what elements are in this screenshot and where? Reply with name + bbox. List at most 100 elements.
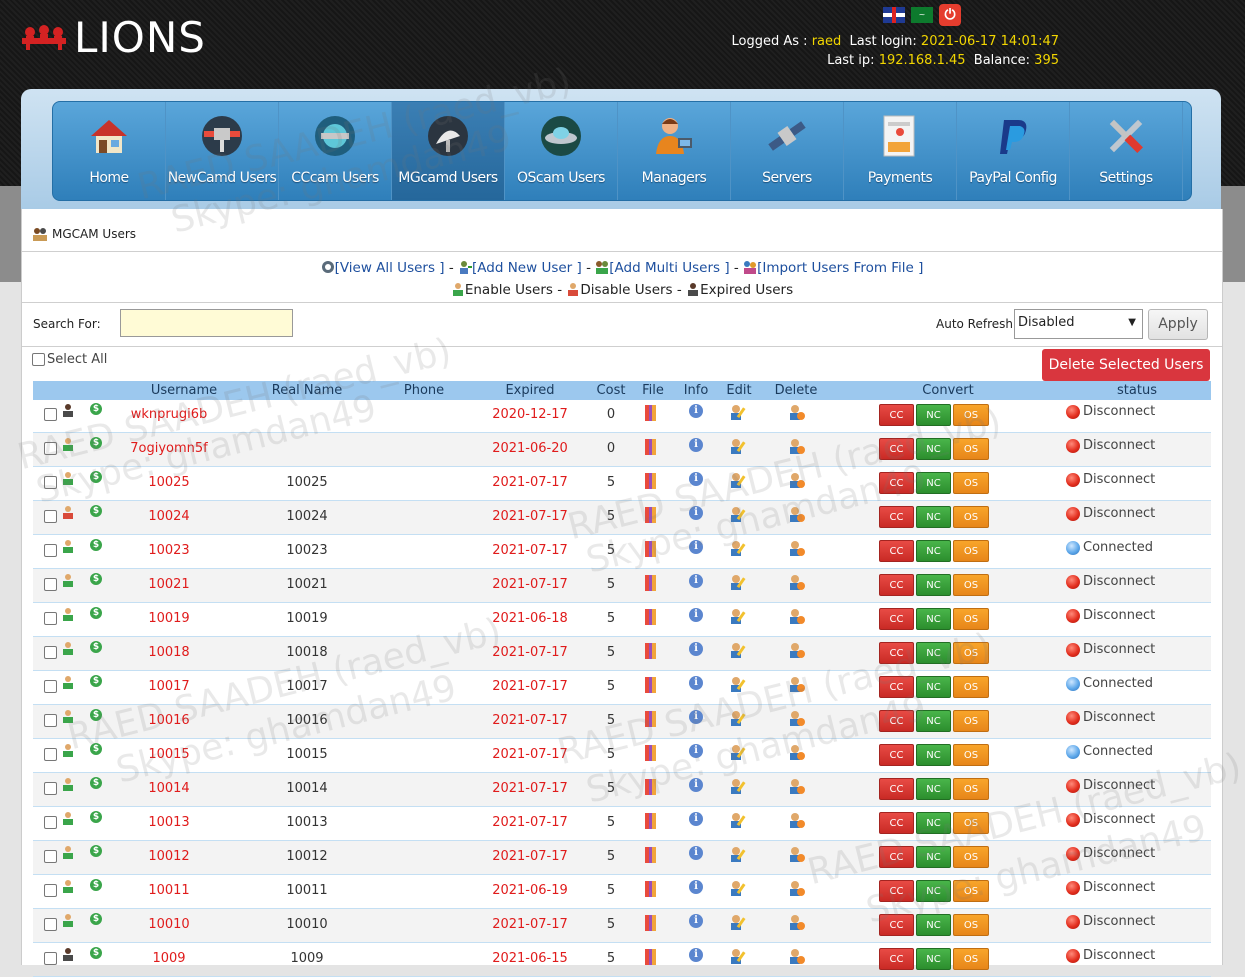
- edit-user-icon[interactable]: [730, 914, 748, 930]
- saudi-flag-icon[interactable]: ~: [911, 7, 933, 23]
- dollar-icon[interactable]: $: [90, 947, 102, 959]
- file-icon[interactable]: [645, 779, 656, 795]
- convert-os-button[interactable]: OS: [953, 404, 989, 426]
- info-icon[interactable]: i: [689, 472, 703, 486]
- username-link[interactable]: 10015: [148, 747, 189, 762]
- convert-cc-button[interactable]: CC: [879, 472, 914, 494]
- dollar-icon[interactable]: $: [90, 811, 102, 823]
- edit-user-icon[interactable]: [730, 540, 748, 556]
- convert-cc-button[interactable]: CC: [879, 812, 914, 834]
- edit-user-icon[interactable]: [730, 744, 748, 760]
- delete-user-icon[interactable]: [789, 642, 805, 658]
- convert-cc-button[interactable]: CC: [879, 574, 914, 596]
- row-checkbox[interactable]: [44, 816, 57, 829]
- dollar-icon[interactable]: $: [90, 403, 102, 415]
- file-icon[interactable]: [645, 711, 656, 727]
- convert-nc-button[interactable]: NC: [916, 914, 951, 936]
- convert-nc-button[interactable]: NC: [916, 880, 951, 902]
- convert-os-button[interactable]: OS: [953, 676, 989, 698]
- username-link[interactable]: wknprugi6b: [131, 407, 208, 422]
- convert-nc-button[interactable]: NC: [916, 438, 951, 460]
- col-phone[interactable]: Phone: [404, 383, 444, 398]
- row-checkbox[interactable]: [44, 884, 57, 897]
- dollar-icon[interactable]: $: [90, 505, 102, 517]
- convert-os-button[interactable]: OS: [953, 506, 989, 528]
- dollar-icon[interactable]: $: [90, 777, 102, 789]
- file-icon[interactable]: [645, 915, 656, 931]
- delete-user-icon[interactable]: [789, 574, 805, 590]
- nav-home[interactable]: Home: [53, 102, 166, 200]
- apply-button[interactable]: Apply: [1148, 309, 1208, 340]
- file-icon[interactable]: [645, 609, 656, 625]
- convert-nc-button[interactable]: NC: [916, 710, 951, 732]
- convert-nc-button[interactable]: NC: [916, 506, 951, 528]
- info-icon[interactable]: i: [689, 846, 703, 860]
- dollar-icon[interactable]: $: [90, 573, 102, 585]
- username-link[interactable]: 10018: [148, 645, 189, 660]
- info-icon[interactable]: i: [689, 880, 703, 894]
- info-icon[interactable]: i: [689, 404, 703, 418]
- nav-settings[interactable]: Settings: [1070, 102, 1183, 200]
- info-icon[interactable]: i: [689, 574, 703, 588]
- file-icon[interactable]: [645, 949, 656, 965]
- logout-power-icon[interactable]: ⏻: [939, 4, 961, 26]
- convert-os-button[interactable]: OS: [953, 574, 989, 596]
- convert-cc-button[interactable]: CC: [879, 540, 914, 562]
- convert-os-button[interactable]: OS: [953, 744, 989, 766]
- info-icon[interactable]: i: [689, 710, 703, 724]
- file-icon[interactable]: [645, 745, 656, 761]
- delete-user-icon[interactable]: [789, 506, 805, 522]
- convert-nc-button[interactable]: NC: [916, 472, 951, 494]
- convert-os-button[interactable]: OS: [953, 778, 989, 800]
- info-icon[interactable]: i: [689, 914, 703, 928]
- info-icon[interactable]: i: [689, 438, 703, 452]
- file-icon[interactable]: [645, 541, 656, 557]
- username-link[interactable]: 10023: [148, 543, 189, 558]
- dollar-icon[interactable]: $: [90, 743, 102, 755]
- file-icon[interactable]: [645, 405, 656, 421]
- convert-nc-button[interactable]: NC: [916, 846, 951, 868]
- view-all-users-link[interactable]: [View All Users ]: [335, 260, 445, 276]
- add-new-user-link[interactable]: [Add New User ]: [472, 260, 582, 276]
- expired-users-link[interactable]: Expired Users: [700, 282, 793, 298]
- convert-cc-button[interactable]: CC: [879, 676, 914, 698]
- col-status[interactable]: status: [1117, 383, 1157, 398]
- delete-user-icon[interactable]: [789, 880, 805, 896]
- nav-payments[interactable]: Payments: [844, 102, 957, 200]
- file-icon[interactable]: [645, 677, 656, 693]
- delete-user-icon[interactable]: [789, 846, 805, 862]
- username-link[interactable]: 10011: [148, 883, 189, 898]
- convert-os-button[interactable]: OS: [953, 642, 989, 664]
- col-cost[interactable]: Cost: [597, 383, 626, 398]
- file-icon[interactable]: [645, 439, 656, 455]
- file-icon[interactable]: [645, 507, 656, 523]
- convert-os-button[interactable]: OS: [953, 880, 989, 902]
- col-real-name[interactable]: Real Name: [272, 383, 343, 398]
- brand-logo[interactable]: LIONS: [20, 13, 206, 62]
- edit-user-icon[interactable]: [730, 642, 748, 658]
- select-all-checkbox[interactable]: [32, 353, 45, 366]
- nav-mgcamd-users[interactable]: MGcamd Users: [392, 102, 505, 200]
- info-icon[interactable]: i: [689, 676, 703, 690]
- row-checkbox[interactable]: [44, 408, 57, 421]
- delete-user-icon[interactable]: [789, 438, 805, 454]
- convert-nc-button[interactable]: NC: [916, 642, 951, 664]
- search-input[interactable]: [120, 309, 293, 337]
- info-icon[interactable]: i: [689, 608, 703, 622]
- row-checkbox[interactable]: [44, 680, 57, 693]
- convert-os-button[interactable]: OS: [953, 472, 989, 494]
- file-icon[interactable]: [645, 881, 656, 897]
- edit-user-icon[interactable]: [730, 506, 748, 522]
- info-icon[interactable]: i: [689, 778, 703, 792]
- convert-os-button[interactable]: OS: [953, 914, 989, 936]
- username-link[interactable]: 10012: [148, 849, 189, 864]
- convert-cc-button[interactable]: CC: [879, 642, 914, 664]
- dollar-icon[interactable]: $: [90, 675, 102, 687]
- convert-os-button[interactable]: OS: [953, 710, 989, 732]
- edit-user-icon[interactable]: [730, 812, 748, 828]
- dollar-icon[interactable]: $: [90, 879, 102, 891]
- nav-newcamd-users[interactable]: NewCamd Users: [166, 102, 279, 200]
- dollar-icon[interactable]: $: [90, 709, 102, 721]
- convert-cc-button[interactable]: CC: [879, 914, 914, 936]
- convert-nc-button[interactable]: NC: [916, 778, 951, 800]
